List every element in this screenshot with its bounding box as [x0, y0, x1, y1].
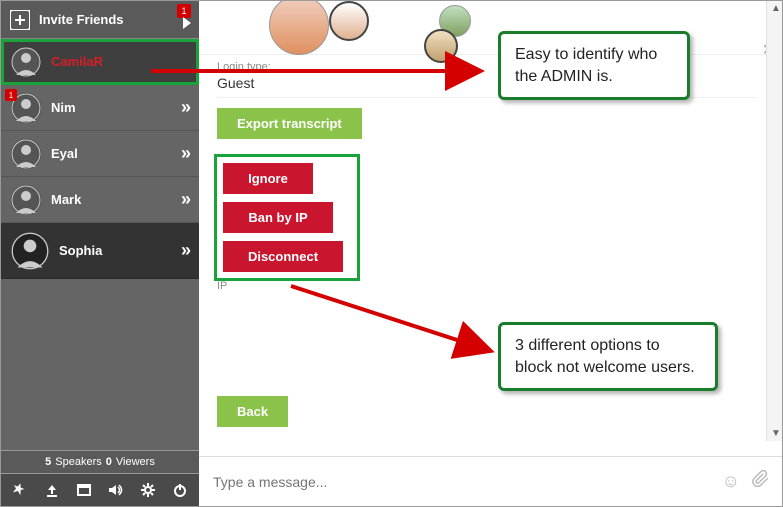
window-icon[interactable] — [75, 481, 93, 499]
scroll-up-icon[interactable]: ▲ — [771, 3, 781, 14]
plus-icon — [9, 9, 31, 31]
avatar-icon — [11, 47, 41, 77]
invite-badge: 1 — [177, 4, 191, 18]
avatar-icon — [11, 185, 41, 215]
avatar-icon — [11, 139, 41, 169]
emoji-icon[interactable]: ☺ — [722, 471, 740, 492]
volume-icon[interactable] — [107, 481, 125, 499]
arrow-annotation — [281, 276, 521, 376]
attachment-icon[interactable] — [752, 470, 770, 493]
speakers-label: Speakers — [55, 456, 101, 468]
back-button[interactable]: Back — [217, 396, 288, 427]
user-name: Eyal — [51, 146, 78, 161]
sidebar-item-user-active[interactable]: Sophia » — [1, 223, 199, 279]
triangle-left-icon — [183, 17, 191, 29]
scrollbar[interactable]: ▲ ▼ — [766, 1, 783, 441]
user-name: CamilaR — [51, 54, 103, 69]
block-options-group: Ignore Ban by IP Disconnect — [217, 157, 357, 278]
sidebar-footer: 5 Speakers 0 Viewers — [1, 450, 199, 506]
chevron-right-icon: » — [181, 97, 189, 118]
user-name: Sophia — [59, 243, 102, 258]
message-input[interactable] — [213, 474, 710, 490]
ignore-button[interactable]: Ignore — [223, 163, 313, 194]
user-badge: 1 — [5, 89, 17, 101]
sidebar-item-user[interactable]: Eyal » — [1, 131, 199, 177]
user-name: Mark — [51, 192, 81, 207]
toolbar — [1, 474, 199, 506]
pin-icon[interactable] — [11, 481, 29, 499]
header-avatar — [329, 1, 369, 41]
sidebar-item-user[interactable]: Mark » — [1, 177, 199, 223]
disconnect-button[interactable]: Disconnect — [223, 241, 343, 272]
composer: ☺ — [199, 456, 783, 506]
power-icon[interactable] — [171, 481, 189, 499]
chevron-right-icon: » — [181, 189, 189, 210]
viewers-count: 0 — [106, 456, 112, 468]
chevron-right-icon: » — [181, 143, 189, 164]
viewers-label: Viewers — [116, 456, 155, 468]
chevron-right-icon: » — [181, 240, 189, 261]
user-name: Nim — [51, 100, 76, 115]
invite-friends-row[interactable]: Invite Friends 1 — [1, 1, 199, 39]
speakers-count: 5 — [45, 456, 51, 468]
header-avatars — [199, 1, 783, 55]
invite-friends-label: Invite Friends — [39, 12, 124, 27]
gear-icon[interactable] — [139, 481, 157, 499]
scroll-down-icon[interactable]: ▼ — [771, 428, 781, 439]
callout-admin: Easy to identify who the ADMIN is. — [498, 31, 690, 100]
header-avatar — [269, 0, 329, 55]
upload-icon[interactable] — [43, 481, 61, 499]
ban-by-ip-button[interactable]: Ban by IP — [223, 202, 333, 233]
arrow-annotation — [141, 56, 501, 96]
avatar-icon — [11, 232, 49, 270]
export-transcript-button[interactable]: Export transcript — [217, 108, 362, 139]
callout-block-options: 3 different options to block not welcome… — [498, 322, 718, 391]
stats-bar: 5 Speakers 0 Viewers — [1, 450, 199, 474]
